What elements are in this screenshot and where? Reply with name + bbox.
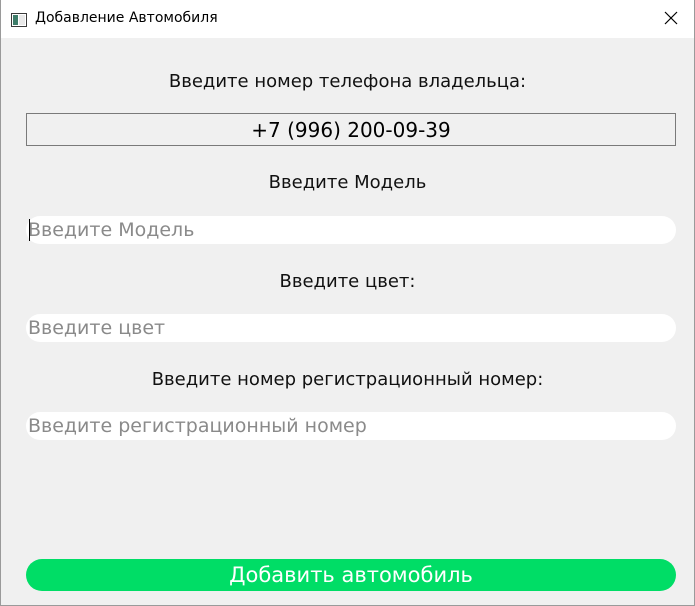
color-input[interactable] [26, 314, 676, 342]
window-title: Добавление Автомобиля [35, 10, 218, 26]
add-car-button-label: Добавить автомобиль [229, 563, 473, 587]
model-input[interactable] [26, 216, 676, 244]
phone-label: Введите номер телефона владельца: [168, 71, 527, 92]
add-car-window: Добавление Автомобиля Введите номер теле… [0, 0, 695, 606]
text-cursor [29, 219, 30, 241]
title-bar[interactable]: Добавление Автомобиля [1, 0, 694, 38]
registration-label: Введите номер регистрационный номер: [151, 369, 544, 390]
registration-input[interactable] [26, 412, 676, 440]
window-icon [11, 12, 27, 27]
model-label: Введите Модель [268, 172, 427, 193]
close-icon [664, 10, 678, 29]
color-label: Введите цвет: [279, 271, 416, 292]
phone-display-field: +7 (996) 200-09-39 [26, 113, 676, 146]
close-button[interactable] [648, 0, 694, 38]
phone-value: +7 (996) 200-09-39 [251, 117, 451, 142]
add-car-button[interactable]: Добавить автомобиль [26, 559, 676, 591]
